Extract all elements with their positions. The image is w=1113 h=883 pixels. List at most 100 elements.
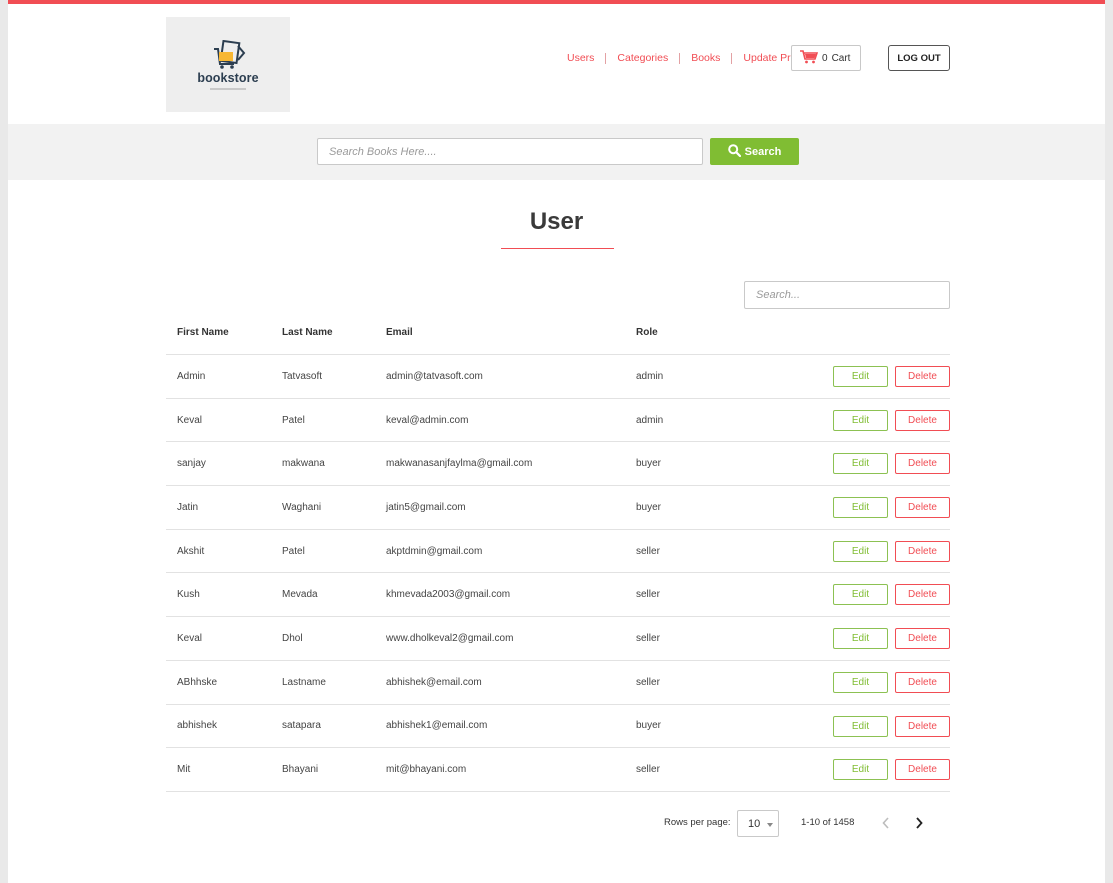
chevron-left-icon [882,817,889,829]
nav-categories[interactable]: Categories [605,52,679,64]
cell-email: makwanasanjfaylma@gmail.com [386,458,533,470]
table-row: sanjay makwana makwanasanjfaylma@gmail.com… [166,442,950,487]
cell-last-name: Dhol [282,632,303,644]
cell-last-name: makwana [282,458,325,470]
pagination: Rows per page: 10 1-10 of 1458 [8,809,1105,837]
cell-email: khmevada2003@gmail.com [386,589,511,601]
column-header-last-name[interactable]: Last Name [282,311,333,354]
header: bookstore Users Categories Books Update … [8,4,1105,124]
column-header-role[interactable]: Role [636,311,658,354]
rows-per-page-value: 10 [748,817,761,830]
edit-button[interactable]: Edit [833,409,888,431]
cell-email: akptdmin@gmail.com [386,545,483,557]
table-row: Kush Mevada khmevada2003@gmail.com seller Ed… [166,573,950,618]
cell-first-name: Akshit [177,545,205,557]
delete-button[interactable]: Delete [895,584,950,606]
column-header-first-name[interactable]: First Name [177,311,229,354]
cell-last-name: Patel [282,545,305,557]
cart-icon [800,49,822,67]
table-row: Keval Dhol www.dholkeval2@gmail.com seller E… [166,617,950,661]
search-button[interactable]: Search [710,138,799,165]
users-table: First Name Last Name Email Role Admin Tat… [166,311,950,792]
table-row: Mit Bhayani mit@bhayani.com seller Edit Delet… [166,748,950,792]
delete-button[interactable]: Delete [895,671,950,693]
delete-button[interactable]: Delete [895,628,950,650]
delete-button[interactable]: Delete [895,453,950,475]
caret-down-icon [767,823,773,827]
cell-role: buyer [636,501,662,513]
main-nav: Users Categories Books Update Profile [556,45,821,71]
delete-button[interactable]: Delete [895,715,950,737]
edit-button[interactable]: Edit [833,584,888,606]
delete-button[interactable]: Delete [895,759,950,781]
cell-last-name: Bhayani [282,764,319,776]
cell-role: admin [636,414,664,426]
delete-button[interactable]: Delete [895,366,950,387]
cell-last-name: Patel [282,414,305,426]
table-header: First Name Last Name Email Role [166,311,950,355]
cell-role: seller [636,632,660,644]
page-title: User [529,208,584,235]
logo-text: bookstore [197,70,259,85]
logo-tagline [210,87,246,90]
next-page-button[interactable] [911,814,927,832]
cell-first-name: abhishek [177,720,218,732]
column-header-email[interactable]: Email [386,311,413,354]
delete-button[interactable]: Delete [895,409,950,431]
cell-last-name: Lastname [282,676,326,688]
cart-label: Cart [831,52,851,64]
previous-page-button[interactable] [878,814,894,832]
table-row: Akshit Patel akptdmin@gmail.com seller Edit D… [166,530,950,574]
cell-last-name: Tatvasoft [282,370,323,382]
edit-button[interactable]: Edit [833,628,888,650]
cell-first-name: ABhhske [177,676,218,688]
cart-count: 0 [822,52,828,64]
edit-button[interactable]: Edit [833,540,888,562]
edit-button[interactable]: Edit [833,497,888,519]
cart-button[interactable]: 0 Cart [791,45,861,71]
cell-first-name: Mit [177,764,191,776]
cell-role: seller [636,676,660,688]
cell-last-name: Waghani [282,501,322,513]
delete-button[interactable]: Delete [895,540,950,562]
bookstore-logo[interactable]: bookstore [166,17,290,112]
edit-button[interactable]: Edit [833,453,888,475]
edit-button[interactable]: Edit [833,715,888,737]
cell-first-name: Keval [177,414,203,426]
page-scrollbar[interactable] [1105,0,1113,883]
table-row: abhishek satapara abhishek1@email.com buyer… [166,705,950,749]
table-row: Keval Patel keval@admin.com admin Edit Delete [166,399,950,443]
table-row: Admin Tatvasoft admin@tatvasoft.com admin Ed… [166,355,950,399]
search-icon [727,143,741,160]
cell-email: abhishek1@email.com [386,720,488,732]
rows-per-page-select[interactable]: 10 [737,810,779,837]
nav-books[interactable]: Books [679,52,731,64]
table-row: Jatin Waghani jatin5@gmail.com buyer Edit Del… [166,486,950,530]
rows-per-page-label: Rows per page: [664,817,731,828]
page: bookstore Users Categories Books Update … [8,0,1105,883]
cell-role: buyer [636,458,662,470]
cell-first-name: Keval [177,632,203,644]
cell-email: abhishek@email.com [386,676,482,688]
delete-button[interactable]: Delete [895,497,950,519]
user-search-input[interactable] [744,281,950,309]
edit-button[interactable]: Edit [833,759,888,781]
edit-button[interactable]: Edit [833,671,888,693]
chevron-right-icon [916,817,923,829]
cell-first-name: Jatin [177,501,199,513]
cell-email: keval@admin.com [386,414,469,426]
book-search-input[interactable] [317,138,703,165]
cell-role: admin [636,370,664,382]
cell-role: seller [636,589,660,601]
cell-last-name: Mevada [282,589,318,601]
cell-role: seller [636,764,660,776]
logout-button[interactable]: LOG OUT [888,45,950,71]
search-band: Search [8,124,1105,180]
cell-first-name: Admin [177,370,206,382]
nav-users[interactable]: Users [556,52,605,64]
title-underline [501,248,614,249]
cell-role: buyer [636,720,662,732]
table-row: ABhhske Lastname abhishek@email.com seller E… [166,661,950,705]
edit-button[interactable]: Edit [833,366,888,387]
shopping-cart-logo-icon [208,39,248,70]
